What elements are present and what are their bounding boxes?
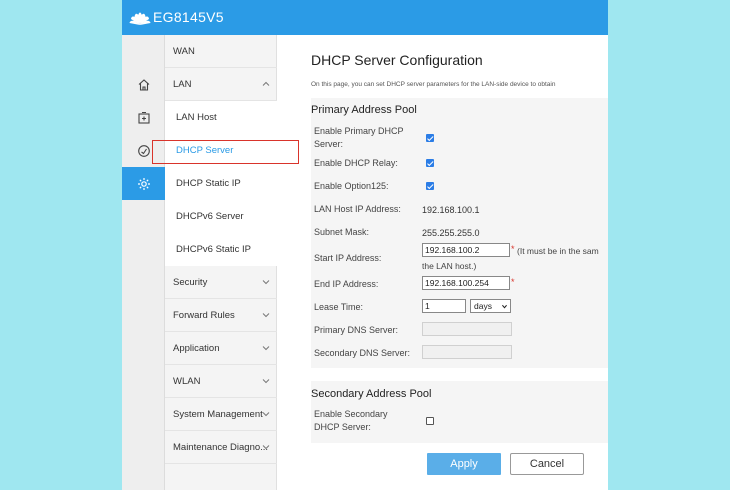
menu-label: System Management bbox=[173, 408, 263, 420]
menu-label: Security bbox=[173, 276, 208, 288]
menu-item-dhcpv6-server[interactable]: DHCPv6 Server bbox=[165, 200, 277, 233]
end-ip-label: End IP Address: bbox=[314, 279, 379, 289]
apply-button[interactable]: Apply bbox=[427, 453, 501, 475]
menu-item-lan[interactable]: LAN bbox=[165, 68, 277, 101]
menu-item-wan[interactable]: WAN bbox=[165, 35, 277, 68]
chevron-down-icon bbox=[262, 346, 270, 351]
chevron-down-icon bbox=[262, 412, 270, 417]
required-mark: * bbox=[511, 244, 515, 254]
lan-host-ip-value: 192.168.100.1 bbox=[422, 205, 480, 215]
menu-label: WAN bbox=[173, 45, 195, 57]
menu-item-dhcpv6-static-ip[interactable]: DHCPv6 Static IP bbox=[165, 233, 277, 266]
menu-item-maintenance[interactable]: Maintenance Diagno... bbox=[165, 431, 277, 464]
secondary-dns-label: Secondary DNS Server: bbox=[314, 348, 411, 358]
main-content: DHCP Server Configuration On this page, … bbox=[277, 35, 608, 490]
advanced-settings-button[interactable] bbox=[122, 167, 165, 200]
end-ip-input[interactable]: 192.168.100.254 bbox=[422, 276, 510, 290]
home-button[interactable] bbox=[122, 68, 165, 101]
product-name: EG8145V5 bbox=[153, 9, 224, 25]
menu-label: Forward Rules bbox=[173, 309, 235, 321]
secondary-pool-title: Secondary Address Pool bbox=[311, 388, 432, 400]
enable-secondary-checkbox[interactable] bbox=[426, 417, 434, 425]
menu-item-wlan[interactable]: WLAN bbox=[165, 365, 277, 398]
chevron-up-icon bbox=[262, 81, 270, 86]
top-bar: EG8145V5 bbox=[122, 0, 608, 35]
menu-label: DHCPv6 Static IP bbox=[176, 244, 251, 255]
highlight-box bbox=[152, 140, 299, 164]
speedometer-icon bbox=[137, 144, 150, 157]
menu-label: WLAN bbox=[173, 375, 201, 387]
menu-item-forward-rules[interactable]: Forward Rules bbox=[165, 299, 277, 332]
home-icon bbox=[138, 78, 149, 91]
menu-item-system-management[interactable]: System Management bbox=[165, 398, 277, 431]
huawei-flower-icon bbox=[129, 12, 151, 25]
add-box-icon bbox=[137, 111, 150, 124]
page-description: On this page, you can set DHCP server pa… bbox=[311, 81, 556, 88]
menu-item-security[interactable]: Security bbox=[165, 266, 277, 299]
menu-label: Maintenance Diagno... bbox=[173, 441, 269, 453]
menu-label: DHCPv6 Server bbox=[176, 211, 244, 222]
menu-label: DHCP Static IP bbox=[176, 178, 241, 189]
menu-label: LAN Host bbox=[176, 112, 217, 123]
enable-primary-label: Enable Primary DHCP Server: bbox=[314, 126, 404, 149]
subnet-mask-value: 255.255.255.0 bbox=[422, 228, 480, 238]
secondary-dns-input[interactable] bbox=[422, 345, 512, 359]
chevron-down-icon bbox=[262, 313, 270, 318]
menu-item-dhcp-static-ip[interactable]: DHCP Static IP bbox=[165, 167, 277, 200]
router-admin-window: EG8145V5 WAN LAN LAN Host DHCP Server DH… bbox=[122, 0, 608, 490]
enable-relay-checkbox[interactable] bbox=[426, 159, 434, 167]
primary-dns-label: Primary DNS Server: bbox=[314, 325, 399, 335]
chevron-down-icon bbox=[262, 280, 270, 285]
menu-label: LAN bbox=[173, 78, 192, 90]
enable-relay-label: Enable DHCP Relay: bbox=[314, 158, 398, 168]
icon-sidebar bbox=[122, 35, 165, 490]
lease-time-label: Lease Time: bbox=[314, 302, 364, 312]
menu-item-application[interactable]: Application bbox=[165, 332, 277, 365]
cancel-button[interactable]: Cancel bbox=[510, 453, 584, 475]
lan-host-ip-label: LAN Host IP Address: bbox=[314, 204, 401, 214]
start-ip-note: (It must be in the sam bbox=[517, 246, 599, 256]
chevron-down-icon bbox=[262, 379, 270, 384]
enable-secondary-label: Enable Secondary DHCP Server: bbox=[314, 409, 388, 432]
lease-unit-select[interactable]: days bbox=[470, 299, 511, 313]
start-ip-input[interactable]: 192.168.100.2 bbox=[422, 243, 510, 257]
gear-icon bbox=[137, 177, 150, 190]
start-ip-note-line2: the LAN host.) bbox=[422, 261, 477, 271]
lease-unit-value: days bbox=[474, 301, 492, 311]
page-title: DHCP Server Configuration bbox=[311, 52, 483, 68]
dropdown-arrow-icon bbox=[502, 304, 507, 309]
enable-option125-label: Enable Option125: bbox=[314, 181, 389, 191]
primary-pool-title: Primary Address Pool bbox=[311, 104, 417, 116]
add-box-button[interactable] bbox=[122, 101, 165, 134]
navigation-menu: WAN LAN LAN Host DHCP Server DHCP Static… bbox=[165, 35, 277, 490]
lease-time-input[interactable]: 1 bbox=[422, 299, 466, 313]
menu-label: Application bbox=[173, 342, 220, 354]
enable-option125-checkbox[interactable] bbox=[426, 182, 434, 190]
primary-dns-input[interactable] bbox=[422, 322, 512, 336]
enable-primary-checkbox[interactable] bbox=[426, 134, 434, 142]
start-ip-label: Start IP Address: bbox=[314, 253, 382, 263]
menu-item-lan-host[interactable]: LAN Host bbox=[165, 101, 277, 134]
chevron-down-icon bbox=[262, 445, 270, 450]
required-mark: * bbox=[511, 277, 515, 287]
subnet-mask-label: Subnet Mask: bbox=[314, 227, 370, 237]
